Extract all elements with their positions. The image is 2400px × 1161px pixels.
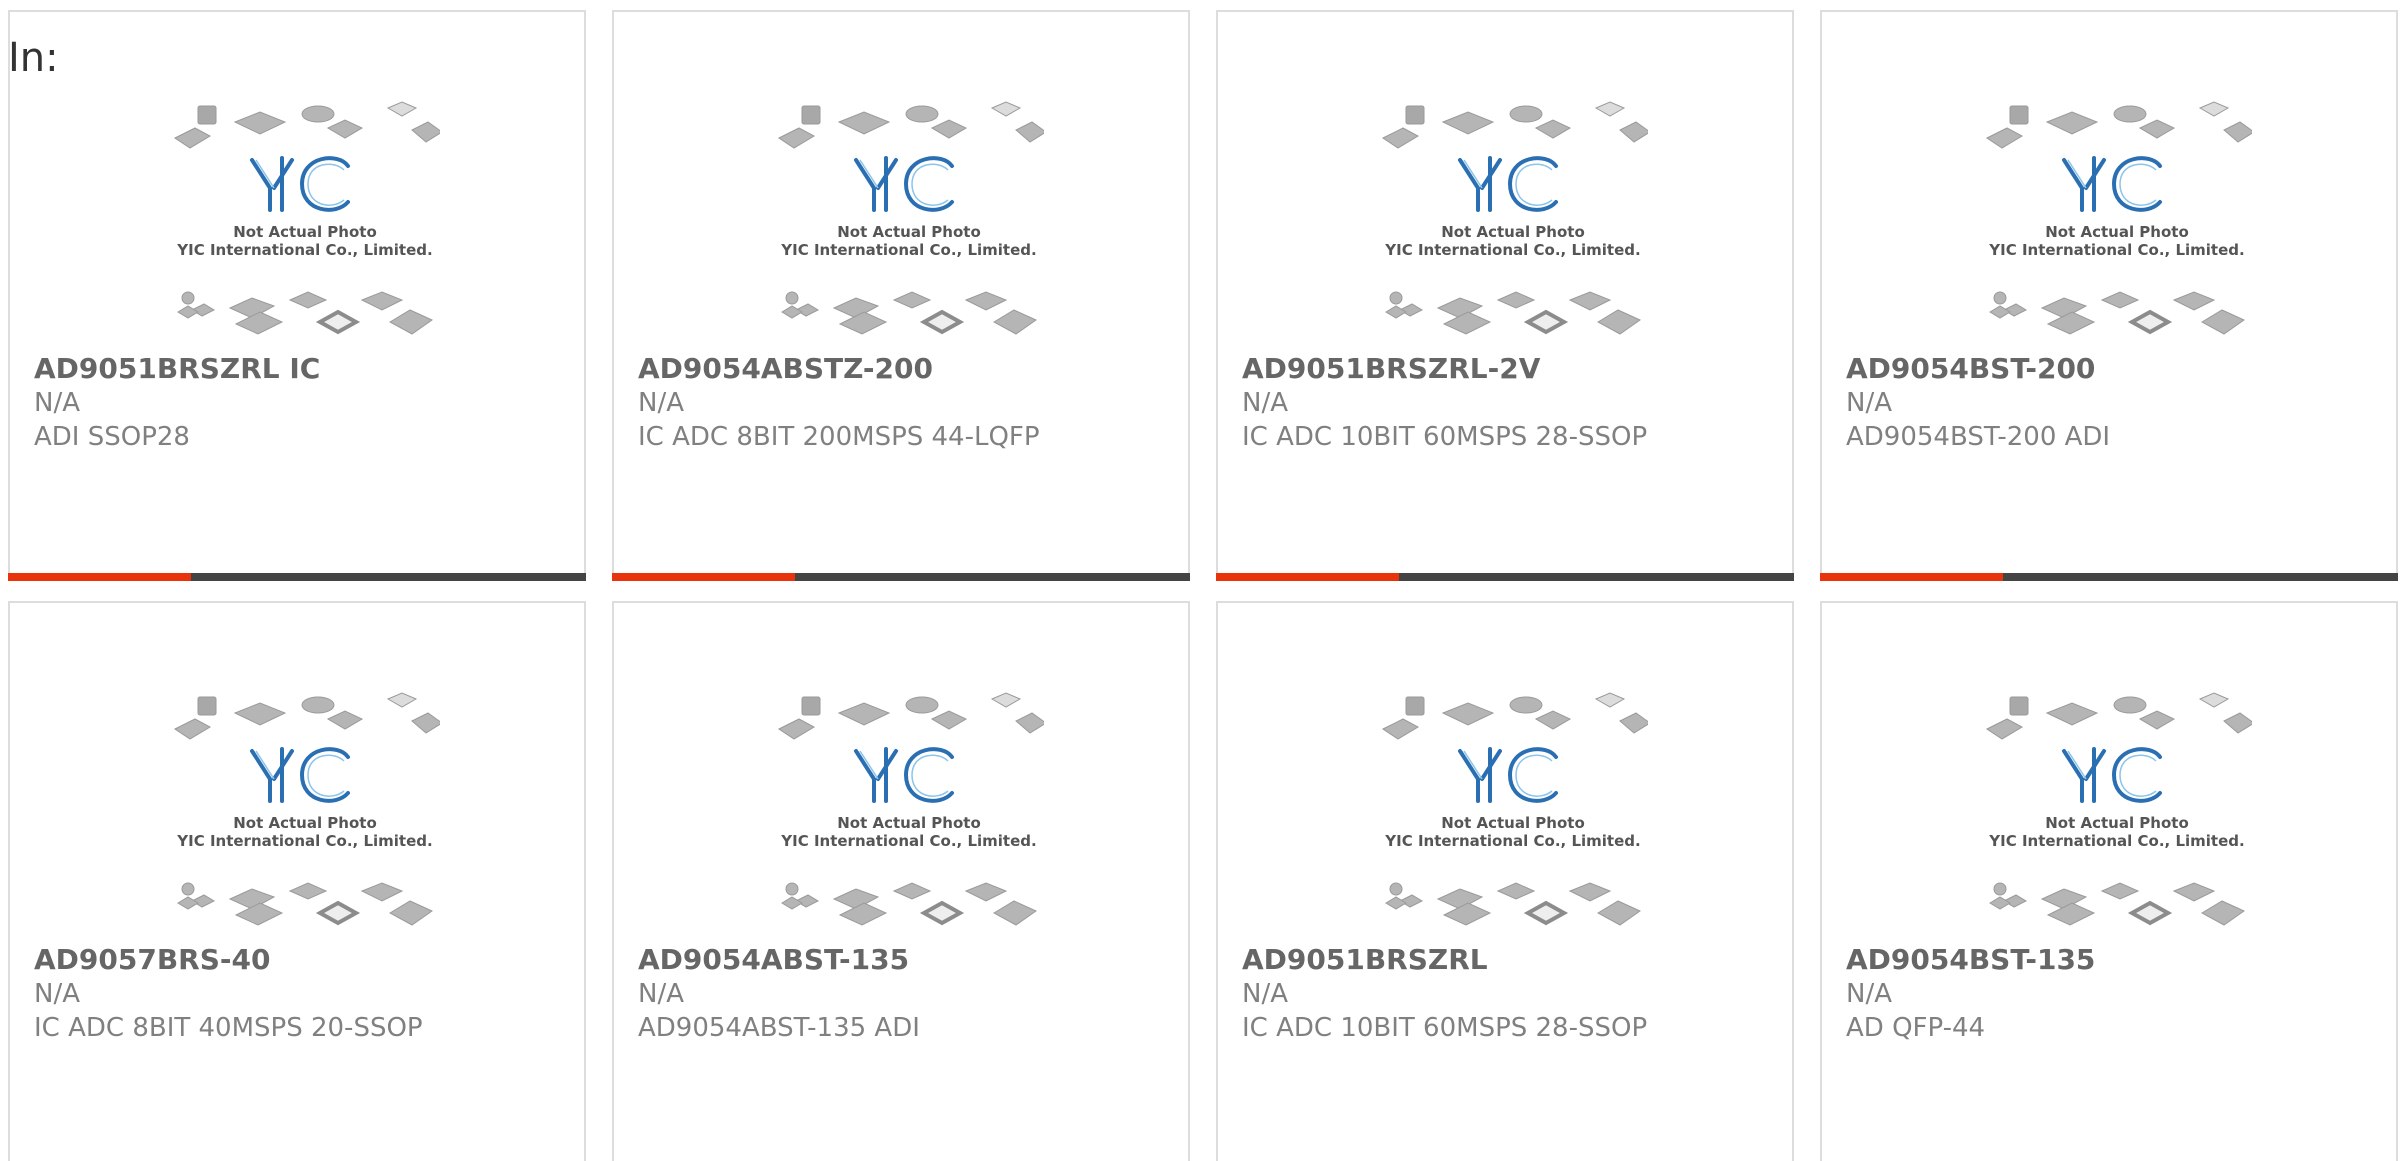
product-name[interactable]: AD9054BST-135 [1846,943,2386,977]
product-stock: N/A [1846,979,1892,1009]
card-accent-bar-dark [2003,573,2398,581]
product-description: ADI SSOP28 [34,422,190,452]
card-accent-bar-dark [795,573,1190,581]
card-accent-bar-dark [191,573,586,581]
card-accent-bar [1820,573,2398,581]
svg-text:Not Actual Photo: Not Actual Photo [837,814,981,832]
card-accent-bar-dark [1399,573,1794,581]
svg-text:YIC International Co., Limited: YIC International Co., Limited. [1384,241,1640,259]
product-placeholder-image: Not Actual Photo YIC International Co., … [774,100,1044,345]
product-card[interactable]: Not Actual Photo YIC International Co., … [1820,601,2398,1161]
product-info: AD9051BRSZRL IC N/A ADI SSOP28 [34,352,574,454]
card-accent-bar-red [1216,573,1399,581]
product-placeholder-image: Not Actual Photo YIC International Co., … [170,691,440,936]
svg-text:Not Actual Photo: Not Actual Photo [2045,223,2189,241]
svg-text:YIC International Co., Limited: YIC International Co., Limited. [1988,241,2244,259]
product-description: AD9054BST-200 ADI [1846,422,2111,452]
product-info: AD9051BRSZRL-2V N/A IC ADC 10BIT 60MSPS … [1242,352,1782,454]
svg-text:YIC International Co., Limited: YIC International Co., Limited. [176,241,432,259]
product-placeholder-image: Not Actual Photo YIC International Co., … [1378,691,1648,936]
product-stock: N/A [1242,979,1288,1009]
product-placeholder-image: Not Actual Photo YIC International Co., … [1982,100,2252,345]
product-placeholder-image: Not Actual Photo YIC International Co., … [170,100,440,345]
product-placeholder-image: Not Actual Photo YIC International Co., … [774,691,1044,936]
svg-text:YIC International Co., Limited: YIC International Co., Limited. [780,241,1036,259]
product-name[interactable]: AD9054ABST-135 [638,943,1178,977]
card-accent-bar-red [612,573,795,581]
product-stock: N/A [638,388,684,418]
svg-text:YIC International Co., Limited: YIC International Co., Limited. [780,832,1036,850]
product-card[interactable]: Not Actual Photo YIC International Co., … [1216,10,1794,581]
product-card[interactable]: Not Actual Photo YIC International Co., … [1216,601,1794,1161]
svg-text:Not Actual Photo: Not Actual Photo [837,223,981,241]
product-listing-page: In: Not Actual Photo YIC International C… [0,0,2400,1161]
svg-text:Not Actual Photo: Not Actual Photo [1441,223,1585,241]
product-name[interactable]: AD9051BRSZRL-2V [1242,352,1782,386]
product-stock: N/A [638,979,684,1009]
card-accent-bar [1216,573,1794,581]
product-description: IC ADC 8BIT 200MSPS 44-LQFP [638,422,1040,452]
card-accent-bar-red [8,573,191,581]
product-description: IC ADC 8BIT 40MSPS 20-SSOP [34,1013,423,1043]
product-description: IC ADC 10BIT 60MSPS 28-SSOP [1242,422,1648,452]
product-description: IC ADC 10BIT 60MSPS 28-SSOP [1242,1013,1648,1043]
svg-text:Not Actual Photo: Not Actual Photo [1441,814,1585,832]
product-card[interactable]: Not Actual Photo YIC International Co., … [1820,10,2398,581]
product-name[interactable]: AD9057BRS-40 [34,943,574,977]
product-name[interactable]: AD9051BRSZRL IC [34,352,574,386]
product-name[interactable]: AD9054BST-200 [1846,352,2386,386]
product-stock: N/A [1242,388,1288,418]
card-accent-bar [8,573,586,581]
product-grid: Not Actual Photo YIC International Co., … [8,10,2400,1161]
card-accent-bar-red [1820,573,2003,581]
product-stock: N/A [34,979,80,1009]
product-stock: N/A [34,388,80,418]
product-info: AD9054BST-200 N/A AD9054BST-200 ADI [1846,352,2386,454]
product-card[interactable]: Not Actual Photo YIC International Co., … [612,10,1190,581]
product-card[interactable]: Not Actual Photo YIC International Co., … [8,601,586,1161]
svg-text:YIC International Co., Limited: YIC International Co., Limited. [176,832,432,850]
svg-text:Not Actual Photo: Not Actual Photo [233,814,377,832]
product-info: AD9054ABST-135 N/A AD9054ABST-135 ADI [638,943,1178,1045]
card-accent-bar [612,573,1190,581]
product-info: AD9054ABSTZ-200 N/A IC ADC 8BIT 200MSPS … [638,352,1178,454]
product-placeholder-image: Not Actual Photo YIC International Co., … [1982,691,2252,936]
svg-text:Not Actual Photo: Not Actual Photo [2045,814,2189,832]
svg-text:Not Actual Photo: Not Actual Photo [233,223,377,241]
svg-text:YIC International Co., Limited: YIC International Co., Limited. [1988,832,2244,850]
product-stock: N/A [1846,388,1892,418]
product-card[interactable]: Not Actual Photo YIC International Co., … [8,10,586,581]
product-description: AD9054ABST-135 ADI [638,1013,920,1043]
product-info: AD9051BRSZRL N/A IC ADC 10BIT 60MSPS 28-… [1242,943,1782,1045]
product-info: AD9054BST-135 N/A AD QFP-44 [1846,943,2386,1045]
product-name[interactable]: AD9054ABSTZ-200 [638,352,1178,386]
product-info: AD9057BRS-40 N/A IC ADC 8BIT 40MSPS 20-S… [34,943,574,1045]
product-description: AD QFP-44 [1846,1013,1986,1043]
in-label: In: [8,35,59,81]
product-card[interactable]: Not Actual Photo YIC International Co., … [612,601,1190,1161]
svg-text:YIC International Co., Limited: YIC International Co., Limited. [1384,832,1640,850]
product-name[interactable]: AD9051BRSZRL [1242,943,1782,977]
product-placeholder-image: Not Actual Photo YIC International Co., … [1378,100,1648,345]
